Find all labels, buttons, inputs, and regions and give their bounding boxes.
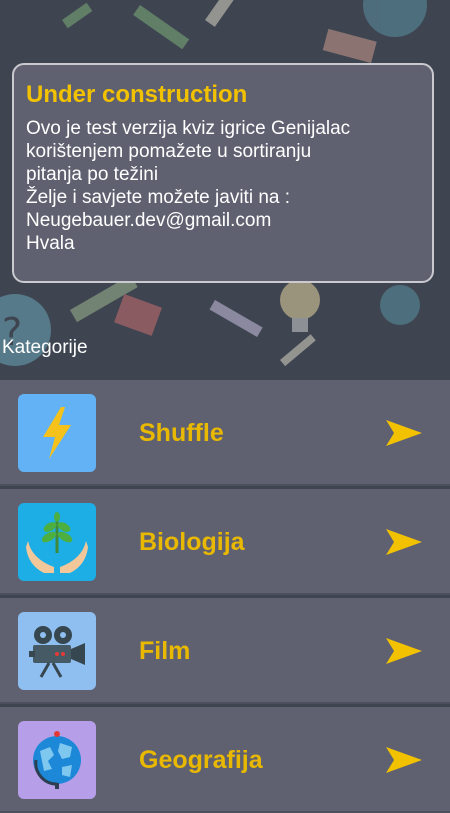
- arrow-right-icon: [386, 420, 422, 446]
- lightning-icon: [18, 394, 96, 472]
- arrow-right-icon: [386, 529, 422, 555]
- category-item-film[interactable]: Film: [0, 598, 450, 704]
- category-item-biologija[interactable]: Biologija: [0, 489, 450, 595]
- category-item-shuffle[interactable]: Shuffle: [0, 380, 450, 486]
- arrow-right-icon: [386, 747, 422, 773]
- under-construction-notice: Under construction Ovo je test verzija k…: [12, 63, 434, 283]
- category-item-geografija[interactable]: Geografija: [0, 707, 450, 813]
- arrow-right-icon: [386, 638, 422, 664]
- plant-hands-icon: [18, 503, 96, 581]
- globe-icon: [18, 721, 96, 799]
- category-label: Film: [139, 637, 191, 665]
- film-camera-icon: [18, 612, 96, 690]
- categories-heading: Kategorije: [2, 337, 88, 358]
- category-label: Shuffle: [139, 419, 224, 447]
- category-label: Biologija: [139, 528, 245, 556]
- notice-body: Ovo je test verzija kviz igrice Genijala…: [26, 118, 351, 254]
- category-label: Geografija: [139, 746, 263, 774]
- notice-title: Under construction: [26, 81, 248, 108]
